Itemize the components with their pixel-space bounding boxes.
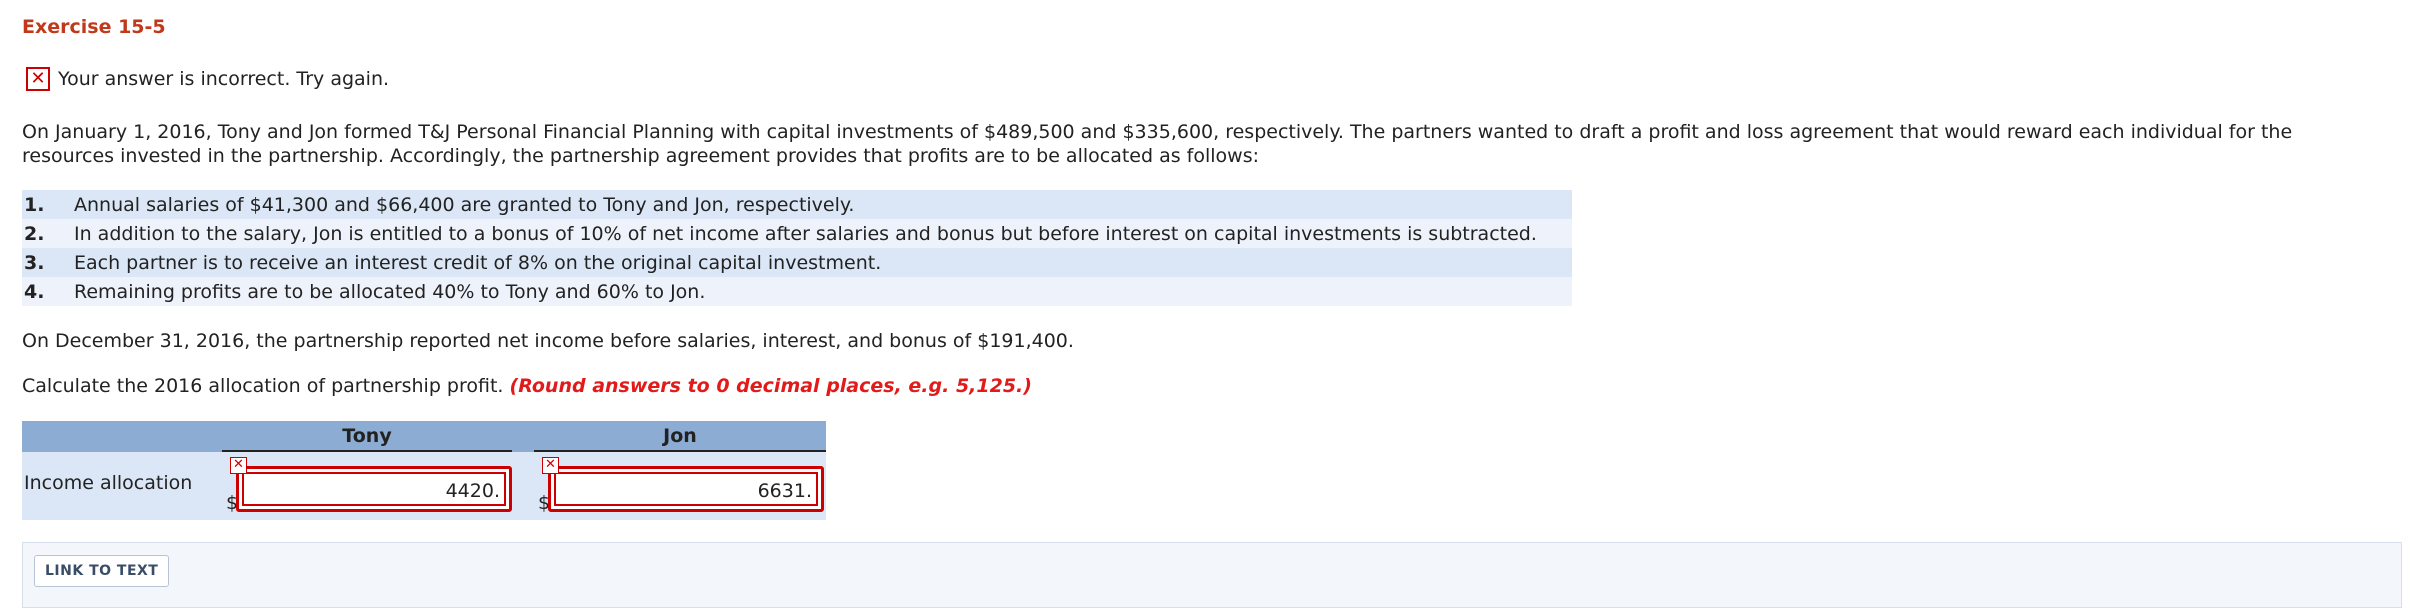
list-item-number: 1. <box>24 193 45 216</box>
tony-allocation-input[interactable]: 4420. <box>236 466 512 512</box>
link-to-text-button[interactable]: LINK TO TEXT <box>34 555 170 587</box>
list-item: 1. Annual salaries of $41,300 and $66,40… <box>22 190 1572 219</box>
allocation-rules-list: 1. Annual salaries of $41,300 and $66,40… <box>22 190 1572 306</box>
tony-allocation-cell: ✕ $ 4420. <box>222 452 512 520</box>
list-item: 2. In addition to the salary, Jon is ent… <box>22 219 1572 248</box>
list-item-number: 4. <box>24 280 45 303</box>
table-row: Income allocation ✕ $ 4420. ✕ $ 6631. <box>22 452 826 520</box>
calculate-instruction: Calculate the 2016 allocation of partner… <box>22 375 1032 397</box>
exercise-title: Exercise 15-5 <box>22 16 166 38</box>
error-icon: ✕ <box>230 457 247 474</box>
link-panel: LINK TO TEXT <box>22 542 2402 608</box>
list-item-text: Annual salaries of $41,300 and $66,400 a… <box>74 193 855 216</box>
list-item-text: Each partner is to receive an interest c… <box>74 251 882 274</box>
jon-allocation-value[interactable]: 6631. <box>554 472 818 506</box>
error-icon: ✕ <box>542 457 559 474</box>
column-header-tony: Tony <box>222 421 512 452</box>
problem-intro: On January 1, 2016, Tony and Jon formed … <box>22 121 2293 167</box>
net-income-statement: On December 31, 2016, the partnership re… <box>22 330 1074 352</box>
rounding-note: (Round answers to 0 decimal places, e.g.… <box>509 375 1032 397</box>
list-item: 4. Remaining profits are to be allocated… <box>22 277 1572 306</box>
list-item-text: Remaining profits are to be allocated 40… <box>74 280 706 303</box>
jon-allocation-input[interactable]: 6631. <box>548 466 824 512</box>
x-icon: ✕ <box>26 67 50 91</box>
feedback-message: ✕ Your answer is incorrect. Try again. <box>26 67 389 91</box>
table-header: Tony Jon <box>22 421 826 452</box>
tony-allocation-value[interactable]: 4420. <box>242 472 506 506</box>
feedback-text: Your answer is incorrect. Try again. <box>58 68 390 90</box>
instruction-text: Calculate the 2016 allocation of partner… <box>22 375 504 397</box>
row-label: Income allocation <box>24 472 193 494</box>
list-item-number: 3. <box>24 251 45 274</box>
income-allocation-table: Tony Jon Income allocation ✕ $ 4420. ✕ $… <box>22 421 826 520</box>
list-item: 3. Each partner is to receive an interes… <box>22 248 1572 277</box>
jon-allocation-cell: ✕ $ 6631. <box>534 452 824 520</box>
list-item-text: In addition to the salary, Jon is entitl… <box>74 222 1537 245</box>
list-item-number: 2. <box>24 222 45 245</box>
column-header-jon: Jon <box>534 421 826 452</box>
